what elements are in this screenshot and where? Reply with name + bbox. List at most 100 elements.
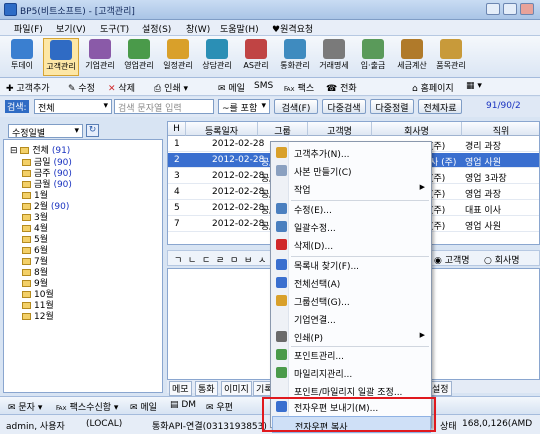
mail-button[interactable]: ✉ 메일 (218, 81, 245, 94)
mail-bottom-button[interactable]: ✉ 메일 (130, 400, 157, 413)
context-item-10[interactable]: 인쇄(P) ▶ (272, 328, 431, 345)
edit-button[interactable]: ✎ 수정 (68, 81, 95, 94)
menu-window[interactable]: 창(W) (186, 22, 210, 35)
menu-help[interactable]: 도움말(H) (220, 22, 259, 35)
initial-filter-letter[interactable]: ㄹ (216, 253, 224, 266)
fax-inbox-button[interactable]: ℻ 팩스수신함 ▾ (56, 400, 118, 413)
menu-file[interactable]: 파일(F) (14, 22, 43, 35)
initial-filter-letter[interactable]: ㄴ (188, 253, 196, 266)
dm-button[interactable]: ▤ DM (170, 400, 196, 410)
initial-filter-letter[interactable]: ㄱ (174, 253, 182, 266)
col-date[interactable]: 등록일자 (186, 122, 258, 137)
toolbar-button-0[interactable]: 투데이 (4, 38, 40, 76)
all-data-button[interactable]: 전체자료 (418, 99, 462, 114)
toolbar-label: 입·출금 (360, 61, 386, 70)
toolbar-button-7[interactable]: 통화관리 (277, 38, 313, 76)
col-h[interactable]: H (168, 122, 186, 136)
cell-h: 4 (174, 187, 180, 197)
col-name[interactable]: 고객명 (308, 122, 372, 137)
initial-filter-letter[interactable]: ㄷ (202, 253, 210, 266)
col-company[interactable]: 회사명 (372, 122, 462, 137)
homepage-button[interactable]: ⌂ 홈페이지 (412, 81, 454, 94)
toolbar-label: 세금계산 (397, 61, 427, 70)
toolbar-button-6[interactable]: AS관리 (238, 38, 274, 76)
search-input[interactable]: 검색 문자열 입력 (114, 99, 214, 114)
context-item-label: 사본 만들기(C) (294, 168, 352, 178)
status-api: 통화API-연결(0313193853) (152, 422, 267, 432)
toolbar-button-5[interactable]: 상담관리 (199, 38, 235, 76)
sms-button[interactable]: SMS (254, 81, 273, 91)
maximize-button[interactable] (503, 3, 517, 15)
menu-view[interactable]: 보기(V) (56, 22, 86, 35)
action-bar: ✚ 고객추가 ✎ 수정 ✕ 삭제 ⎙ 인쇄 ▾ ✉ 메일 SMS ℻ 팩스 ☎ … (0, 78, 540, 96)
delete-icon (276, 239, 287, 250)
multi-search-button[interactable]: 다중검색 (322, 99, 366, 114)
print-button[interactable]: ⎙ 인쇄 ▾ (154, 81, 188, 94)
radio-company-name[interactable]: ○ 회사명 (484, 253, 520, 266)
initial-filter-letter[interactable]: ㅅ (258, 253, 266, 266)
toolbar-button-2[interactable]: 기업관리 (82, 38, 118, 76)
multi-sort-button[interactable]: 다중정렬 (370, 99, 414, 114)
col-title[interactable]: 직위 (462, 122, 539, 137)
phone-button[interactable]: ☎ 전화 (326, 81, 357, 94)
menu-settings[interactable]: 설정(S) (142, 22, 171, 35)
toolbar-label: 거래명세 (319, 61, 349, 70)
sort-select[interactable]: 수정일별 ▾ (8, 124, 83, 138)
tab-image[interactable]: 이미지 (221, 381, 252, 396)
menu-separator (291, 346, 429, 347)
sms-message-button[interactable]: ✉ 문자 ▾ (8, 400, 42, 413)
toolbar-button-11[interactable]: 품목관리 (433, 38, 469, 76)
refresh-icon[interactable]: ↻ (86, 124, 99, 137)
minimize-button[interactable] (486, 3, 500, 15)
toolbar-button-9[interactable]: 입·출금 (355, 38, 391, 76)
tab-call[interactable]: 통화 (195, 381, 218, 396)
initial-filter-letter[interactable]: ㅂ (244, 253, 252, 266)
radio-customer-name[interactable]: ◉ 고객명 (434, 253, 470, 266)
toolbar-button-1[interactable]: 고객관리 (43, 38, 79, 76)
toolbar-button-10[interactable]: 세금계산 (394, 38, 430, 76)
grid-options-button[interactable]: ▦ ▾ (466, 81, 482, 91)
tab-memo[interactable]: 메모 (169, 381, 192, 396)
toolbar-button-4[interactable]: 일정관리 (160, 38, 196, 76)
tab-settings[interactable]: 설정 (429, 381, 452, 396)
menu-tools[interactable]: 도구(T) (100, 22, 129, 35)
col-group[interactable]: 그룹 (258, 122, 308, 137)
point-icon (276, 349, 287, 360)
add-customer-button[interactable]: ✚ 고객추가 (6, 81, 50, 94)
menu-remote-request[interactable]: ♥원격요청 (272, 22, 313, 35)
context-item-0[interactable]: 고객추가(N)... (272, 144, 431, 161)
context-item-9[interactable]: 기업연결... (272, 310, 431, 327)
tree-item[interactable]: 12월 (22, 309, 54, 322)
context-item-4[interactable]: 일괄수정... (272, 218, 431, 235)
folder-icon (22, 258, 31, 265)
toolbar-button-8[interactable]: 거래명세 (316, 38, 352, 76)
cell-company: (주) (430, 206, 446, 216)
context-item-label: 일괄수정... (294, 224, 336, 234)
submenu-arrow-icon: ▶ (419, 331, 425, 339)
search-scope-select[interactable]: 전체 ▾ (34, 99, 112, 114)
context-item-2[interactable]: 작업 ▶ (272, 180, 431, 197)
main-toolbar: 투데이 고객관리 기업관리 영업관리 일정관리 상담관리 AS관리 통화관리 거래명세 입·출금 세… (0, 36, 540, 78)
fax-button[interactable]: ℻ 팩스 (284, 81, 314, 94)
toolbar-button-3[interactable]: 영업관리 (121, 38, 157, 76)
search-mode-select[interactable]: ~를 포함 ▾ (218, 99, 270, 114)
cell-title: 대표 이사 (465, 206, 501, 216)
post-button[interactable]: ✉ 우편 (206, 400, 233, 413)
context-item-8[interactable]: 그룹선택(G)... (272, 292, 431, 309)
edit-icon (276, 203, 287, 214)
context-item-12[interactable]: 마일리지관리... (272, 364, 431, 381)
close-button[interactable] (520, 3, 534, 15)
search-button[interactable]: 검색(F) (274, 99, 318, 114)
cell-title: 경리 과장 (465, 142, 501, 152)
context-item-3[interactable]: 수정(E)... (272, 200, 431, 217)
group-icon (276, 295, 287, 306)
context-item-7[interactable]: 전체선택(A) (272, 274, 431, 291)
context-item-6[interactable]: 목록내 찾기(F)... (272, 256, 431, 273)
context-item-5[interactable]: 삭제(D)... (272, 236, 431, 253)
cell-title: 영업 사원 (465, 158, 501, 168)
context-item-11[interactable]: 포인트관리... (272, 346, 431, 363)
context-item-1[interactable]: 사본 만들기(C) (272, 162, 431, 179)
initial-filter-letter[interactable]: ㅁ (230, 253, 238, 266)
delete-button[interactable]: ✕ 삭제 (108, 81, 135, 94)
context-item-label: 그룹선택(G)... (294, 298, 350, 308)
